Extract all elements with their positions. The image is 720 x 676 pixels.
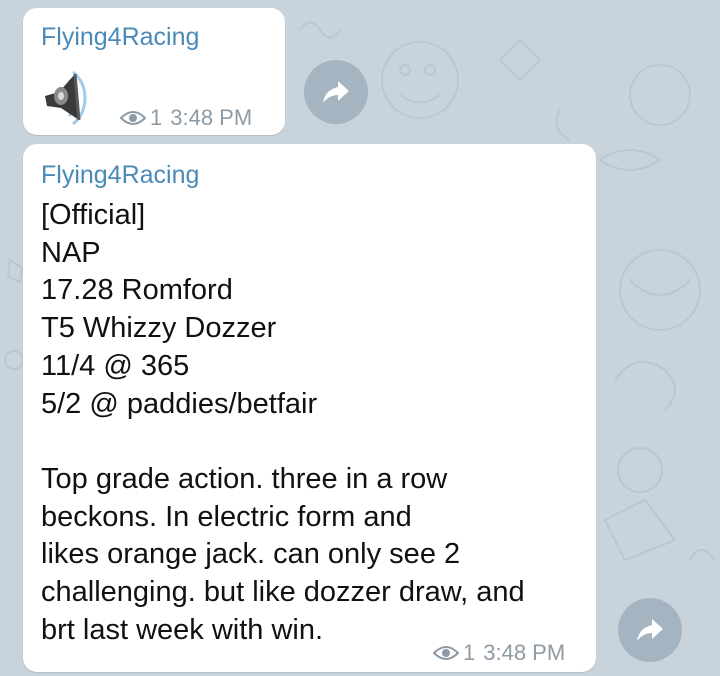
message-text: [Official] NAP 17.28 Romford T5 Whizzy D… (41, 199, 525, 646)
speaker-icon[interactable] (39, 66, 99, 126)
eye-icon (120, 111, 146, 125)
sender-name[interactable]: Flying4Racing (41, 161, 199, 190)
message-meta: 1 3:48 PM (433, 640, 565, 666)
sender-name[interactable]: Flying4Racing (41, 23, 199, 52)
view-count-value: 1 (150, 105, 163, 130)
view-count: 1 (433, 640, 475, 666)
eye-icon (433, 646, 459, 660)
message-bubble-text: Flying4Racing [Official] NAP 17.28 Romfo… (23, 144, 596, 672)
message-time: 3:48 PM (483, 640, 566, 665)
forward-button[interactable] (304, 60, 368, 124)
share-arrow-icon (637, 619, 663, 641)
share-arrow-icon (323, 81, 349, 103)
message-time: 3:48 PM (170, 105, 253, 130)
forward-button[interactable] (618, 598, 682, 662)
message-meta: 1 3:48 PM (120, 105, 252, 131)
view-count: 1 (120, 105, 162, 131)
view-count-value: 1 (463, 640, 476, 665)
message-bubble-audio: Flying4Racing 1 3:48 PM (23, 8, 285, 135)
